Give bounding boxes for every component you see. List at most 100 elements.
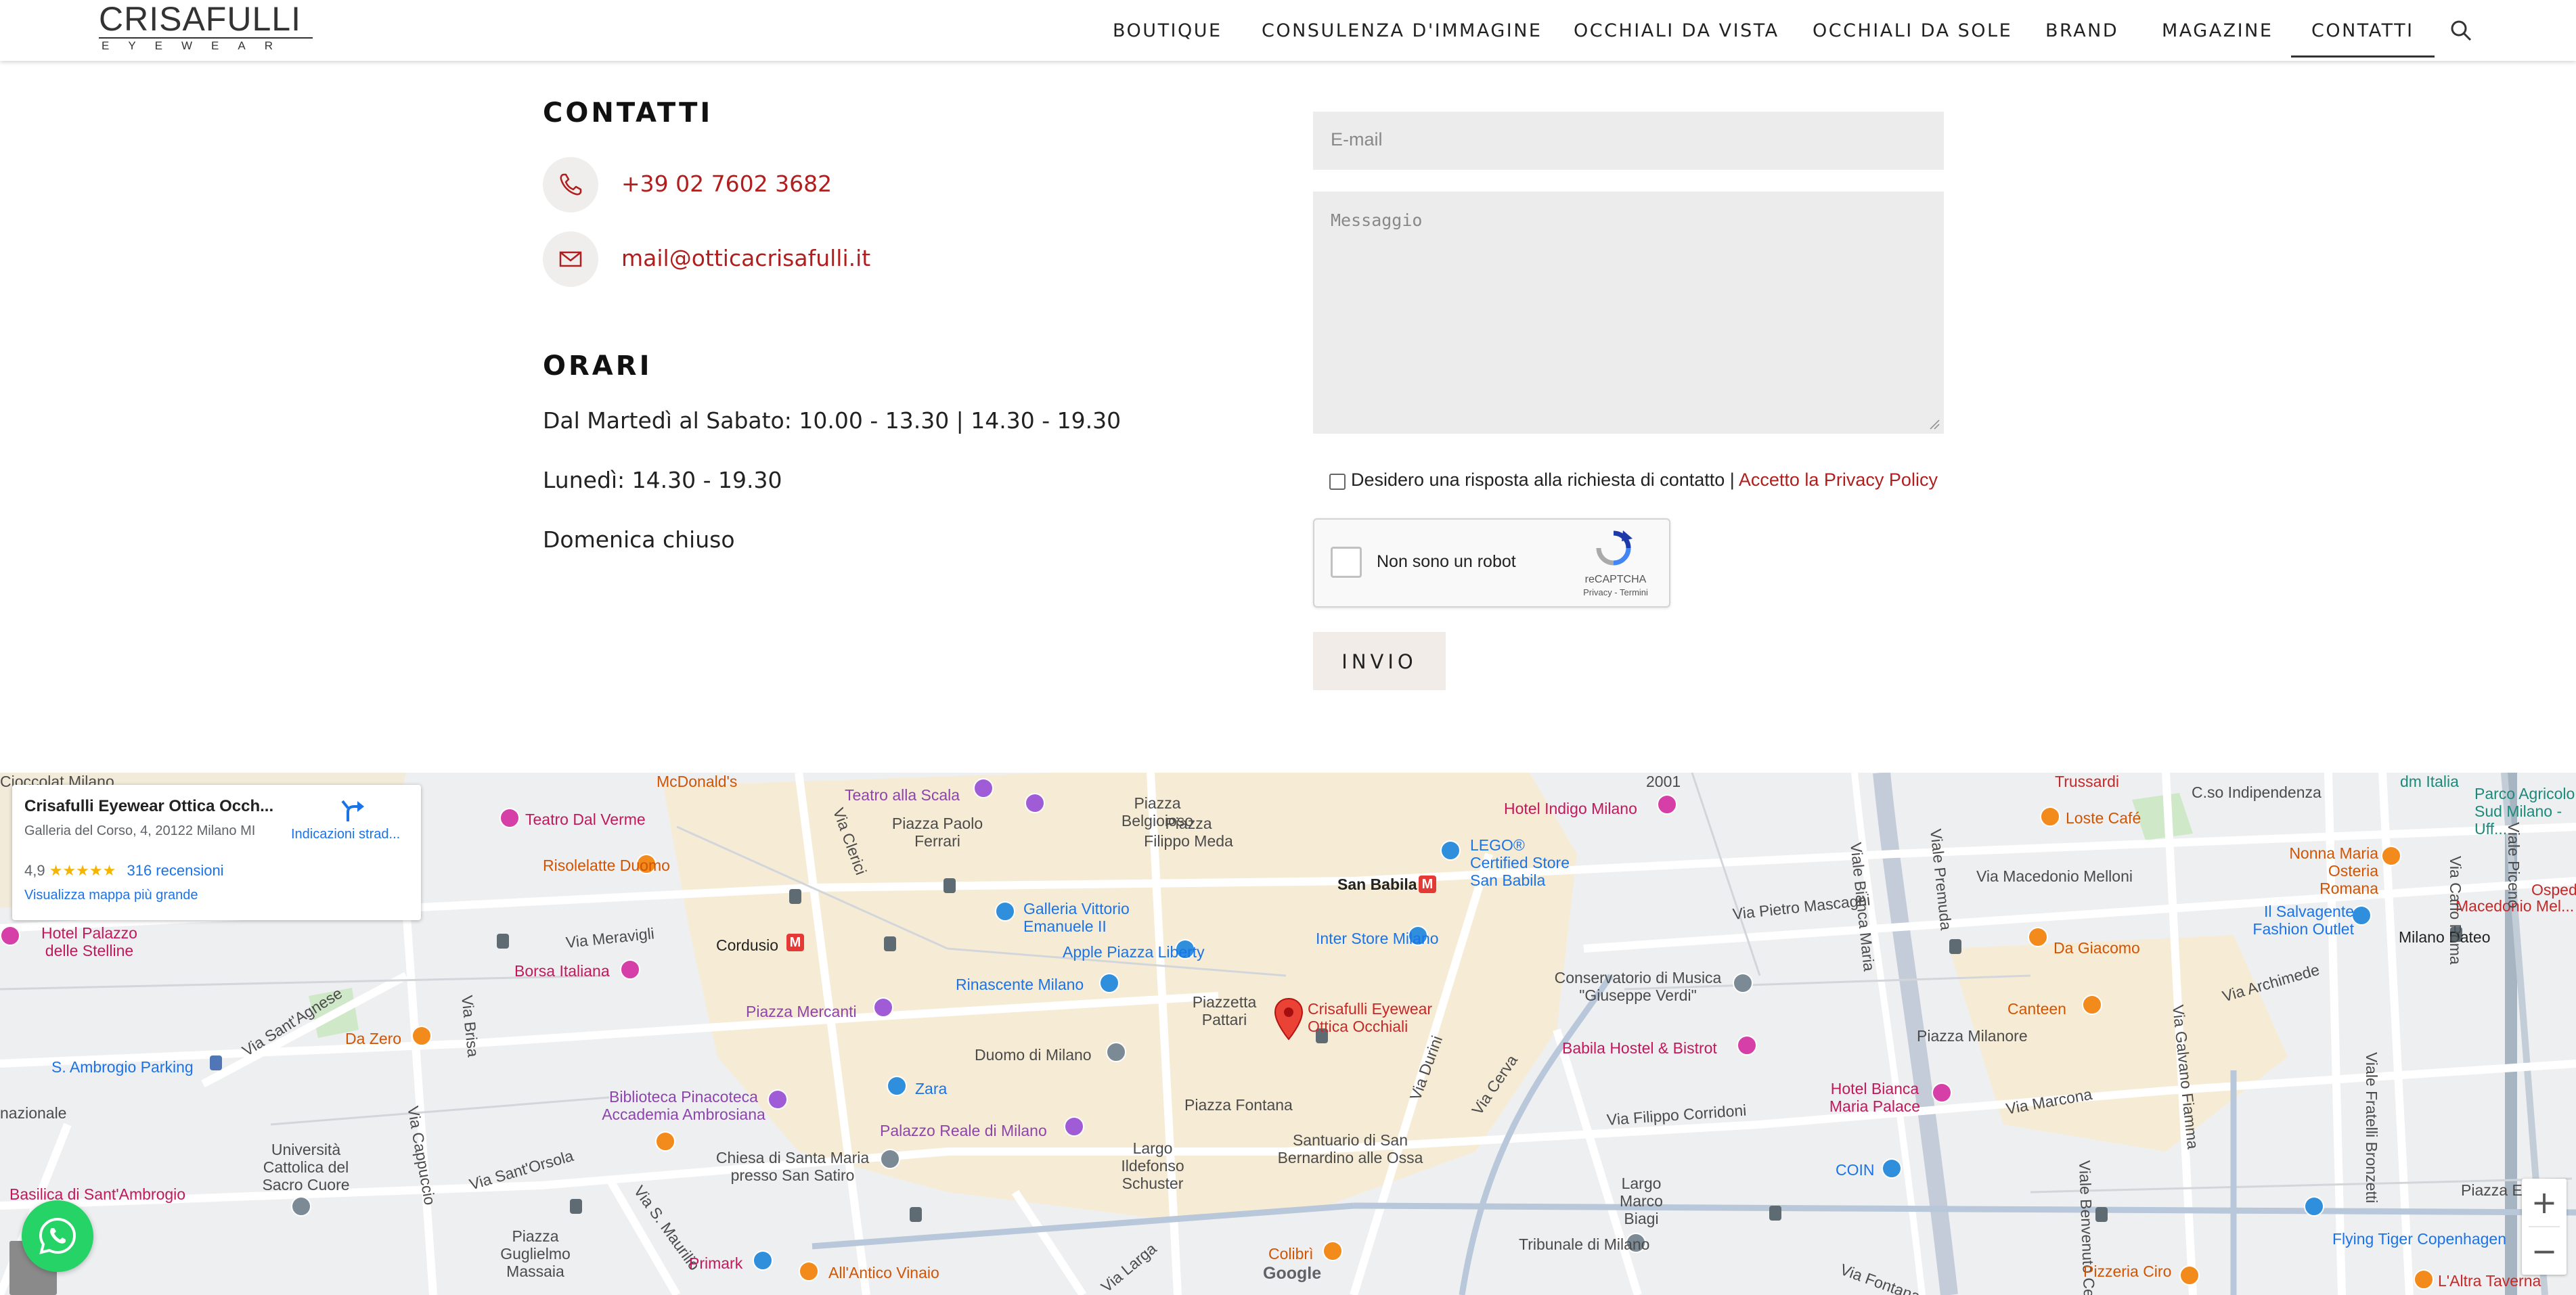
poi-primark-icon[interactable] — [753, 1250, 773, 1271]
envelope-icon — [543, 231, 598, 287]
consent-text: Desidero una risposta alla richiesta di … — [1351, 470, 1938, 491]
map-label: Hotel Palazzo delle Stelline — [41, 924, 137, 959]
search-icon[interactable] — [2449, 18, 2473, 43]
transit-stop-icon — [1949, 939, 1961, 954]
map-label: Parco Agricolo Sud Milano - Uff... — [2474, 785, 2575, 838]
poi-universita-icon[interactable] — [291, 1196, 311, 1217]
poi-zara-icon[interactable] — [887, 1076, 907, 1096]
parking-icon[interactable] — [210, 1055, 222, 1070]
poi-teatro-dal-verme-icon[interactable] — [499, 808, 520, 828]
poi-hotel-indigo-icon[interactable] — [1657, 794, 1677, 815]
poi-pizzeria-icon[interactable] — [2179, 1265, 2200, 1286]
map-label: COIN — [1836, 1161, 1875, 1179]
nav-contatti[interactable]: CONTATTI — [2291, 19, 2435, 58]
submit-button[interactable]: INVIO — [1313, 632, 1446, 690]
poi-galleria-icon[interactable] — [995, 901, 1015, 922]
email-placeholder: E-mail — [1331, 129, 1383, 150]
transit-stop-icon — [943, 878, 956, 893]
site-header: CRISAFULLI EYEWEAR BOUTIQUE CONSULENZA D… — [0, 0, 2576, 61]
poi-restaurant-icon[interactable] — [655, 1131, 675, 1152]
consent-row: Desidero una risposta alla richiesta di … — [1329, 470, 1952, 494]
map-label: S. Ambrogio Parking — [51, 1058, 194, 1076]
poi-nonna-maria-icon[interactable] — [2381, 846, 2401, 866]
map-label: Loste Café — [2066, 809, 2141, 827]
phone-link[interactable]: +39 02 7602 3682 — [621, 171, 832, 197]
poi-chiesa-icon[interactable] — [880, 1149, 900, 1169]
map-label: Ospedale — [2531, 881, 2576, 899]
poi-loste-cafe-icon[interactable] — [2040, 806, 2060, 827]
map-label: Largo Marco Biagi — [1620, 1175, 1663, 1227]
map-label: Apple Piazza Liberty — [1063, 943, 1205, 961]
map-label: Duomo di Milano — [975, 1046, 1092, 1064]
poi-babila-hostel-icon[interactable] — [1737, 1035, 1757, 1055]
map-label: dm Italia — [2400, 773, 2459, 790]
email-link[interactable]: mail@otticacrisafulli.it — [621, 245, 870, 271]
poi-teatro-scala-icon[interactable] — [973, 778, 994, 798]
map-label: Palazzo Reale di Milano — [880, 1122, 1047, 1139]
metro-cordusio-icon[interactable]: M — [786, 934, 804, 951]
poi-antico-vinaio-icon[interactable] — [799, 1261, 819, 1281]
poi-lego-icon[interactable] — [1440, 840, 1461, 861]
reviews-link[interactable]: 316 recensioni — [127, 862, 223, 879]
map-label: Piazza Milanore — [1917, 1027, 2028, 1045]
poi-canteen-icon[interactable] — [2082, 995, 2102, 1015]
poi-flying-tiger-icon[interactable] — [2304, 1196, 2324, 1217]
map-label: McDonald's — [657, 773, 738, 790]
map-label: LEGO® Certified Store San Babila — [1470, 836, 1570, 889]
poi-altra-taverna-icon[interactable] — [2414, 1269, 2434, 1290]
hours-line-sunday: Domenica chiuso — [543, 526, 735, 553]
poi-duomo-icon[interactable] — [1106, 1042, 1126, 1062]
map-label: Inter Store Milano — [1316, 930, 1439, 947]
poi-piazza-mercanti-icon[interactable] — [873, 997, 893, 1018]
nav-occhiali-da-vista[interactable]: OCCHIALI DA VISTA — [1574, 19, 1779, 43]
map-pin-icon[interactable] — [1274, 997, 1304, 1041]
map-label: Chiesa di Santa Maria presso San Satiro — [715, 1149, 870, 1184]
map-label: Risolelatte Duomo — [543, 857, 670, 874]
message-field[interactable]: Messaggio — [1313, 191, 1944, 434]
map-label: Via Macedonio Melloni — [1976, 867, 2133, 885]
poi-da-zero-icon[interactable] — [412, 1026, 432, 1046]
map-label: Canteen — [2007, 1000, 2066, 1018]
poi-da-giacomo-icon[interactable] — [2028, 927, 2048, 947]
recaptcha-checkbox[interactable] — [1331, 547, 1362, 578]
zoom-out-button[interactable]: − — [2522, 1227, 2567, 1275]
map-label: Zara — [915, 1080, 948, 1097]
poi-borsa-icon[interactable] — [620, 959, 640, 980]
message-placeholder: Messaggio — [1331, 210, 1423, 230]
larger-map-link[interactable]: Visualizza mappa più grande — [24, 888, 198, 903]
poi-coin-icon[interactable] — [1882, 1158, 1902, 1179]
directions-link[interactable]: Indicazioni strad... — [291, 827, 400, 842]
poi-salvagente-icon[interactable] — [2351, 905, 2372, 926]
map-label: Il Salvagente Fashion Outlet — [2252, 903, 2354, 938]
email-field[interactable]: E-mail — [1313, 112, 1944, 170]
poi-museum-icon[interactable] — [1025, 793, 1045, 813]
map-label: Rinascente Milano — [956, 976, 1084, 993]
nav-occhiali-da-sole[interactable]: OCCHIALI DA SOLE — [1813, 19, 2012, 43]
consent-checkbox[interactable] — [1329, 474, 1346, 490]
nav-brand[interactable]: BRAND — [2045, 19, 2118, 43]
map-label: All'Antico Vinaio — [828, 1264, 939, 1281]
poi-hotel-stelline-icon[interactable] — [0, 926, 20, 946]
map-label: Colibrì — [1268, 1245, 1314, 1263]
nav-boutique[interactable]: BOUTIQUE — [1113, 19, 1222, 43]
transit-stop-icon — [884, 936, 896, 951]
poi-colibri-icon[interactable] — [1323, 1241, 1343, 1261]
whatsapp-icon[interactable] — [22, 1200, 93, 1272]
recaptcha-terms-link[interactable]: Privacy - Termini — [1572, 587, 1660, 597]
phone-icon — [543, 157, 598, 212]
poi-palazzo-reale-icon[interactable] — [1064, 1116, 1084, 1137]
contact-phone-row: +39 02 7602 3682 — [543, 157, 1017, 212]
zoom-in-button[interactable]: + — [2522, 1179, 2567, 1226]
nav-magazine[interactable]: MAGAZINE — [2162, 19, 2273, 43]
poi-rinascente-icon[interactable] — [1099, 973, 1119, 993]
poi-hotel-bianca-maria-icon[interactable] — [1932, 1083, 1952, 1103]
nav-consulenza-immagine[interactable]: CONSULENZA D'IMMAGINE — [1262, 19, 1542, 43]
poi-conservatorio-icon[interactable] — [1733, 973, 1753, 993]
privacy-policy-link[interactable]: Accetto la Privacy Policy — [1739, 470, 1938, 490]
metro-san-babila-icon[interactable]: M — [1419, 876, 1436, 893]
resize-grip-icon[interactable] — [1928, 417, 1940, 430]
map-label: Trussardi — [2055, 773, 2119, 790]
map-label: Università Cattolica del Sacro Cuore — [262, 1141, 350, 1194]
directions-icon[interactable] — [340, 798, 364, 823]
pin-label-line2: Ottica Occhiali — [1308, 1018, 1408, 1035]
